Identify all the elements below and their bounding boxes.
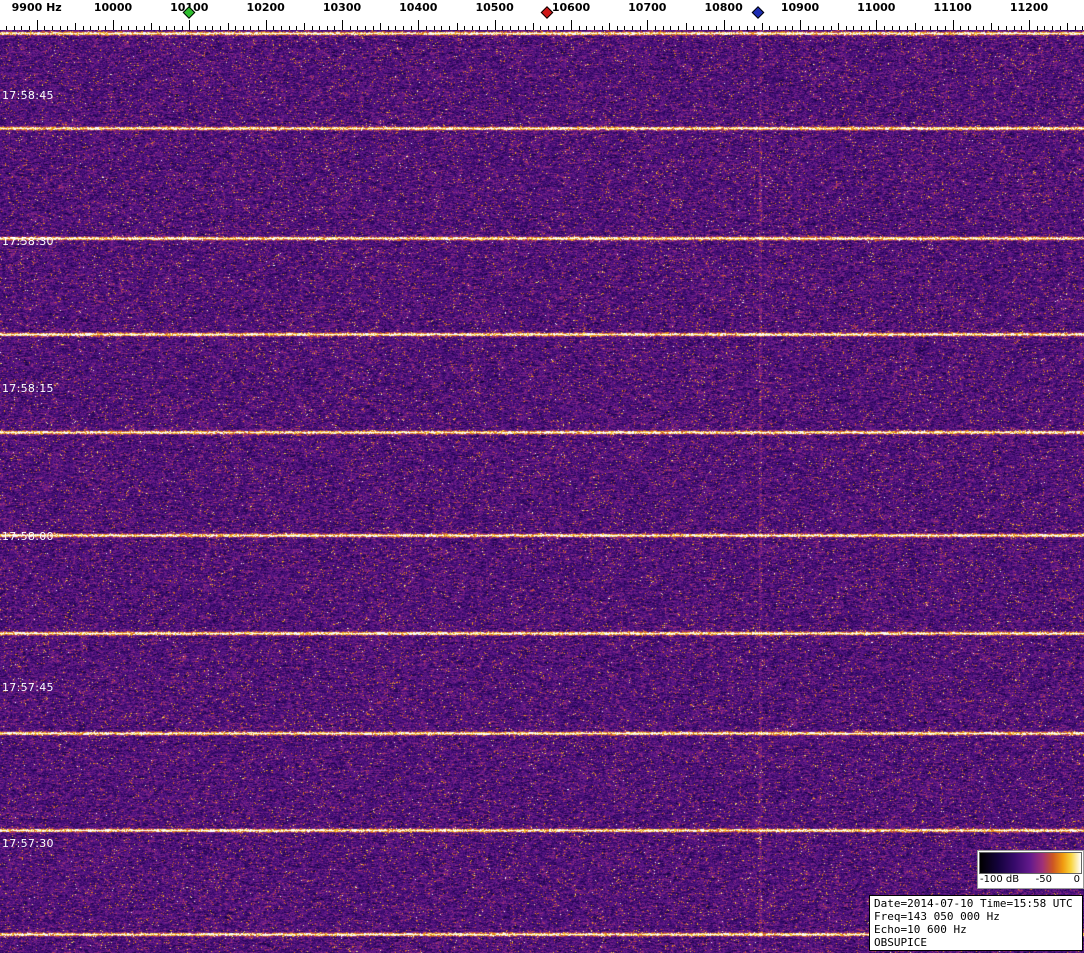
- frequency-tick: [37, 20, 38, 30]
- frequency-tick: [189, 20, 190, 30]
- frequency-tick: [686, 23, 687, 30]
- frequency-label: 10200: [247, 1, 285, 14]
- legend-max-label: 0: [1074, 874, 1080, 885]
- info-station: OBSUPICE: [874, 936, 1078, 949]
- frequency-tick: [800, 20, 801, 30]
- frequency-tick: [953, 20, 954, 30]
- frequency-label: 10500: [475, 1, 513, 14]
- frequency-tick: [380, 23, 381, 30]
- legend-min-label: -100 dB: [980, 874, 1019, 885]
- frequency-label: 10400: [399, 1, 437, 14]
- frequency-label: 10800: [704, 1, 742, 14]
- time-label: 17:57:30: [2, 837, 54, 850]
- frequency-tick: [342, 20, 343, 30]
- frequency-tick: [304, 23, 305, 30]
- info-frequency: Freq=143 050 000 Hz: [874, 910, 1078, 923]
- color-scale-labels: -100 dB -50 0: [979, 874, 1082, 887]
- frequency-tick: [724, 20, 725, 30]
- frequency-tick: [991, 23, 992, 30]
- frequency-tick: [876, 20, 877, 30]
- frequency-tick: [533, 23, 534, 30]
- frequency-axis[interactable]: 9900 Hz100001010010200103001040010500106…: [0, 0, 1084, 30]
- frequency-tick: [762, 23, 763, 30]
- frequency-tick: [647, 20, 648, 30]
- frequency-tick: [915, 23, 916, 30]
- frequency-label: 11100: [933, 1, 971, 14]
- color-scale-gradient: [979, 852, 1082, 874]
- spectrogram-canvas[interactable]: [0, 30, 1084, 953]
- frequency-tick: [266, 20, 267, 30]
- frequency-tick: [228, 23, 229, 30]
- frequency-label: 10900: [781, 1, 819, 14]
- time-label: 17:58:15: [2, 382, 54, 395]
- frequency-label: 9900 Hz: [12, 1, 62, 14]
- frequency-tick: [75, 23, 76, 30]
- frequency-tick: [571, 20, 572, 30]
- frequency-tick: [1029, 20, 1030, 30]
- frequency-tick: [457, 23, 458, 30]
- color-scale-legend: -100 dB -50 0: [977, 850, 1084, 889]
- time-label: 17:58:30: [2, 235, 54, 248]
- frequency-tick: [609, 23, 610, 30]
- frequency-label: 10000: [94, 1, 132, 14]
- frequency-tick: [1067, 23, 1068, 30]
- frequency-tick: [838, 23, 839, 30]
- frequency-tick: [151, 23, 152, 30]
- frequency-label: 11200: [1010, 1, 1048, 14]
- time-label: 17:58:00: [2, 530, 54, 543]
- frequency-tick: [495, 20, 496, 30]
- frequency-label: 11000: [857, 1, 895, 14]
- waterfall-area[interactable]: 17:58:45 17:58:30 17:58:15 17:58:00 17:57:45…: [0, 30, 1084, 953]
- time-label: 17:57:45: [2, 681, 54, 694]
- frequency-label: 10600: [552, 1, 590, 14]
- legend-mid-label: -50: [1036, 874, 1052, 885]
- frequency-tick: [418, 20, 419, 30]
- info-date-time: Date=2014-07-10 Time=15:58 UTC: [874, 897, 1078, 910]
- info-box: Date=2014-07-10 Time=15:58 UTC Freq=143 …: [869, 895, 1083, 951]
- frequency-tick: [113, 20, 114, 30]
- time-label: 17:58:45: [2, 89, 54, 102]
- frequency-label: 10700: [628, 1, 666, 14]
- blue-marker[interactable]: [752, 6, 765, 19]
- spectrum-display: 9900 Hz100001010010200103001040010500106…: [0, 0, 1084, 953]
- frequency-label: 10300: [323, 1, 361, 14]
- info-echo: Echo=10 600 Hz: [874, 923, 1078, 936]
